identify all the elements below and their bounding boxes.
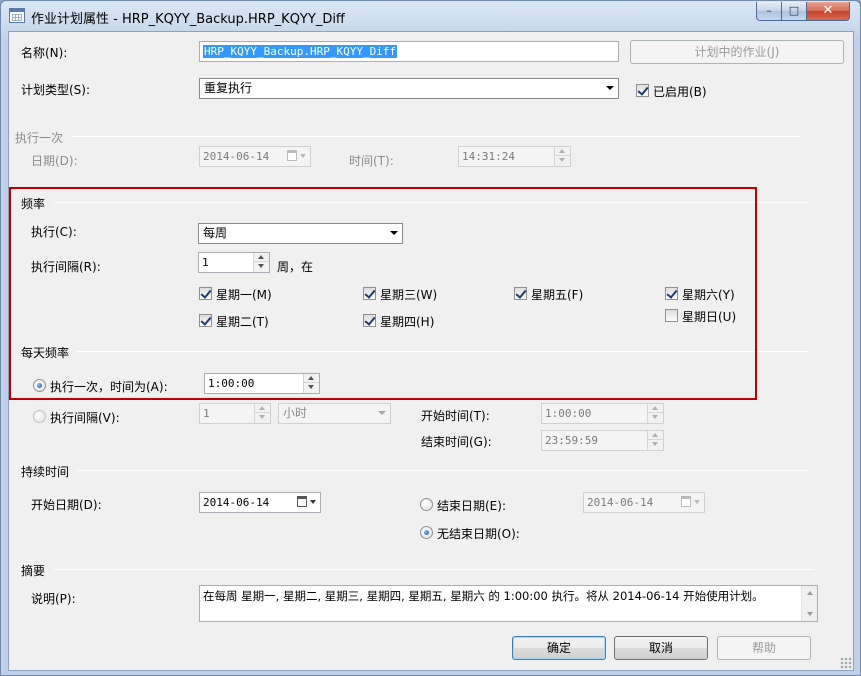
no-end-date-radio[interactable]	[420, 526, 433, 539]
one-time-date-input[interactable]: 2014-06-14	[199, 146, 311, 167]
maximize-button[interactable]: □	[781, 2, 807, 21]
minimize-button[interactable]: –	[756, 2, 782, 21]
daily-end-time-input[interactable]: 23:59:59	[541, 430, 664, 451]
description-text: 在每周 星期一, 星期二, 星期三, 星期四, 星期五, 星期六 的 1:00:…	[203, 589, 764, 603]
chevron-down-icon	[378, 411, 386, 415]
one-time-date-value: 2014-06-14	[203, 150, 270, 163]
end-date-input[interactable]: 2014-06-14	[583, 492, 705, 513]
schedule-type-value: 重复执行	[204, 81, 253, 95]
daily-start-time-label: 开始时间(T):	[421, 409, 490, 423]
window-title: 作业计划属性 - HRP_KQYY_Backup.HRP_KQYY_Diff	[31, 12, 345, 27]
name-input[interactable]: HRP_KQYY_Backup.HRP_KQYY_Diff	[199, 41, 619, 62]
dialog-body: 名称(N): HRP_KQYY_Backup.HRP_KQYY_Diff 计划中…	[8, 31, 854, 671]
calendar-dropdown-icon[interactable]	[680, 495, 702, 510]
description-textarea[interactable]: 在每周 星期一, 星期二, 星期三, 星期四, 星期五, 星期六 的 1:00:…	[199, 585, 818, 622]
end-date-radio[interactable]	[420, 498, 433, 511]
title-bar[interactable]: 作业计划属性 - HRP_KQYY_Backup.HRP_KQYY_Diff –…	[1, 1, 860, 31]
cancel-button[interactable]: 取消	[614, 636, 708, 660]
one-time-time-value: 14:31:24	[462, 150, 515, 163]
name-label: 名称(N):	[21, 46, 68, 60]
highlight-annotation-box	[9, 187, 757, 400]
name-input-value: HRP_KQYY_Backup.HRP_KQYY_Diff	[203, 45, 398, 58]
one-time-group-title: 执行一次	[15, 131, 64, 145]
one-time-date-label: 日期(D):	[31, 154, 78, 168]
duration-group-title: 持续时间	[21, 465, 70, 479]
dialog-window: 作业计划属性 - HRP_KQYY_Backup.HRP_KQYY_Diff –…	[0, 0, 861, 676]
schedule-type-label: 计划类型(S):	[21, 83, 91, 97]
chevron-down-icon	[606, 86, 614, 90]
end-date-value: 2014-06-14	[587, 496, 654, 509]
ok-button[interactable]: 确定	[512, 636, 606, 660]
occurs-every-unit-select[interactable]: 小时	[278, 403, 391, 424]
description-scrollbar[interactable]	[801, 586, 817, 621]
help-button[interactable]: 帮助	[717, 636, 811, 660]
start-date-value: 2014-06-14	[203, 496, 270, 509]
jobs-in-schedule-button[interactable]: 计划中的作业(J)	[630, 40, 844, 64]
enabled-label: 已启用(B)	[653, 85, 707, 99]
every-spinner-icon[interactable]	[254, 404, 270, 423]
close-button[interactable]: ✕	[806, 2, 850, 21]
start-time-spinner-icon[interactable]	[647, 404, 663, 423]
end-time-spinner-icon[interactable]	[647, 431, 663, 450]
one-time-time-input[interactable]: 14:31:24	[458, 146, 571, 167]
start-date-input[interactable]: 2014-06-14	[199, 492, 321, 513]
enabled-checkbox[interactable]	[636, 84, 649, 97]
daily-start-time-value: 1:00:00	[545, 407, 592, 420]
calendar-dropdown-icon[interactable]	[286, 149, 308, 164]
no-end-date-label: 无结束日期(O):	[437, 527, 520, 541]
calendar-table-icon	[9, 8, 25, 23]
start-date-label: 开始日期(D):	[31, 498, 102, 512]
calendar-dropdown-icon[interactable]	[296, 495, 318, 510]
time-spinner-icon[interactable]	[554, 147, 570, 166]
daily-end-time-label: 结束时间(G):	[421, 435, 492, 449]
one-time-time-label: 时间(T):	[349, 154, 394, 168]
summary-divider	[54, 569, 814, 570]
duration-divider	[77, 470, 808, 471]
occurs-every-label: 执行间隔(V):	[50, 411, 120, 425]
end-date-label: 结束日期(E):	[437, 499, 506, 513]
occurs-every-unit-value: 小时	[283, 406, 308, 420]
summary-group-title: 摘要	[21, 564, 46, 578]
occurs-every-radio[interactable]	[33, 410, 46, 423]
resize-grip[interactable]	[840, 657, 852, 669]
occurs-every-value: 1	[203, 407, 210, 420]
daily-end-time-value: 23:59:59	[545, 434, 598, 447]
description-label: 说明(P):	[31, 592, 76, 606]
schedule-type-select[interactable]: 重复执行	[199, 78, 619, 99]
daily-start-time-input[interactable]: 1:00:00	[541, 403, 664, 424]
occurs-every-input[interactable]: 1	[199, 403, 271, 424]
one-time-divider	[71, 136, 801, 137]
